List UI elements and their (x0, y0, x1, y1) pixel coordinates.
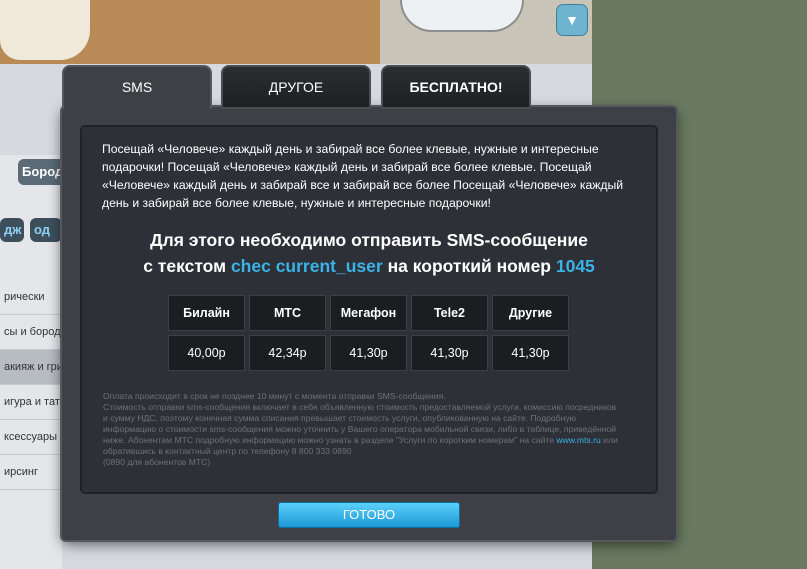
instruction-middle: на короткий номер (382, 256, 556, 276)
fine-print-line-2: Стоимость отправки sms-сообщения включае… (103, 402, 617, 445)
character-figure (0, 0, 90, 60)
done-button[interactable]: ГОТОВО (278, 502, 460, 528)
operator-price: 42,34р (249, 335, 326, 371)
list-item[interactable]: рически (0, 280, 62, 315)
side-button-dj[interactable]: дж (0, 218, 24, 242)
bathtub (400, 0, 524, 32)
sms-panel: Посещай «Человече» каждый день и забирай… (80, 125, 658, 494)
operator-name: Билайн (168, 295, 245, 331)
operator-price: 41,30р (330, 335, 407, 371)
operator-name: Другие (492, 295, 569, 331)
operator-name: Мегафон (330, 295, 407, 331)
operator-name: МТС (249, 295, 326, 331)
short-number: 1045 (555, 256, 595, 276)
tab-sms[interactable]: SMS (62, 65, 212, 109)
sms-instruction: Для этого необходимо отправить SMS-сообщ… (82, 227, 656, 279)
sms-code: chec current_user (230, 256, 383, 276)
category-list: рически сы и бороды акияж и гри игура и … (0, 280, 62, 490)
fine-print: Оплата происходит в срок не позднее 10 м… (103, 391, 623, 468)
side-button-od[interactable]: од (30, 218, 62, 242)
save-icon[interactable]: ▼ (556, 4, 588, 36)
operator-name: Tele2 (411, 295, 488, 331)
fine-print-line-1: Оплата происходит в срок не позднее 10 м… (103, 391, 446, 401)
operator-price: 41,30р (492, 335, 569, 371)
mts-link[interactable]: www.mts.ru (556, 435, 600, 445)
operator-price: 40,00р (168, 335, 245, 371)
operator-price: 41,30р (411, 335, 488, 371)
side-button-beard[interactable]: Бород (18, 159, 66, 185)
instruction-line-2: с текстом chec current_user на короткий … (82, 253, 656, 279)
list-item[interactable]: акияж и гри (0, 350, 62, 385)
fine-print-line-4: (0890 для абонентов МТС) (103, 457, 211, 467)
fine-print-body: Стоимость отправки sms-сообщения включае… (103, 402, 623, 457)
promo-description: Посещай «Человече» каждый день и забирай… (102, 142, 624, 210)
instruction-line-1: Для этого необходимо отправить SMS-сообщ… (150, 230, 588, 250)
list-item[interactable]: сы и бороды (0, 315, 62, 350)
tab-other[interactable]: ДРУГОЕ (221, 65, 371, 109)
instruction-prefix: с текстом (143, 256, 231, 276)
list-item[interactable]: игура и тату (0, 385, 62, 420)
list-item[interactable]: ирсинг (0, 455, 62, 490)
list-item[interactable]: ксессуары л (0, 420, 62, 455)
tab-free[interactable]: БЕСПЛАТНО! (381, 65, 531, 109)
